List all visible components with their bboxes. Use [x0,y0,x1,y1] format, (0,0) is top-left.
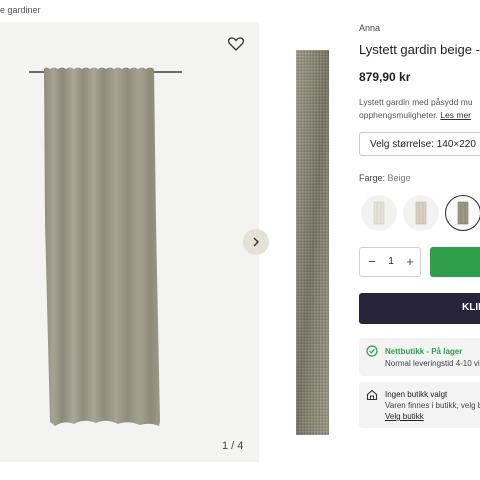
stock-title: Nettbutikk - På lager [385,347,463,356]
size-select[interactable]: Velg størrelse: 140×220 [359,132,480,156]
color-swatch-white[interactable] [361,195,397,231]
check-circle-icon [366,345,378,357]
product-price: 879,90 kr [359,70,411,84]
color-value: Beige [387,173,411,183]
product-description: Lystett gardin med påsydd mu opphengsmul… [359,96,473,122]
color-swatch-beige-selected[interactable] [445,195,480,231]
plus-icon[interactable]: + [404,255,416,269]
quantity-stepper: − 1 + [359,247,421,277]
delivery-time: Normal leveringstid 4-10 vi [385,359,480,368]
image-counter: 1 / 4 [222,440,244,452]
description-text: opphengsmuligheter. [359,110,438,120]
minus-icon[interactable]: − [366,255,378,269]
click-collect-button[interactable]: KLIK [359,293,480,324]
breadcrumb[interactable]: e gardiner [0,5,41,15]
color-label-text: Farge: [359,173,386,183]
favorite-heart-icon[interactable] [228,37,244,51]
store-icon [366,389,378,401]
choose-store-link[interactable]: Velg butikk [385,412,424,421]
next-image-button[interactable] [243,229,269,255]
curtain-white-thumbnail [373,201,385,225]
curtain-product-image [29,67,182,426]
quantity-value[interactable]: 1 [384,256,398,267]
fabric-closeup-image [296,50,329,435]
description-line-2: opphengsmuligheter. Les mer [359,109,473,122]
color-swatch-light-beige[interactable] [403,195,439,231]
curtain-light-beige-thumbnail [415,201,427,225]
color-label: Farge: Beige [359,173,411,183]
fabric-texture [296,50,329,435]
read-more-link[interactable]: Les mer [440,110,471,120]
chevron-right-icon [253,237,259,247]
store-info: Varen finnes i butikk, velg b [385,401,480,410]
online-stock-status: Nettbutikk - På lager Normal leveringsti… [359,338,480,376]
store-availability: Ingen butikk valgt Varen finnes i butikk… [359,382,480,428]
product-brand[interactable]: Anna [359,23,380,33]
product-image-gallery [0,22,259,462]
description-line-1: Lystett gardin med påsydd mu [359,97,473,107]
store-title: Ingen butikk valgt [385,390,448,399]
add-to-cart-button[interactable] [430,247,480,277]
curtain-beige-thumbnail [457,201,469,225]
product-title: Lystett gardin beige - [359,42,480,57]
